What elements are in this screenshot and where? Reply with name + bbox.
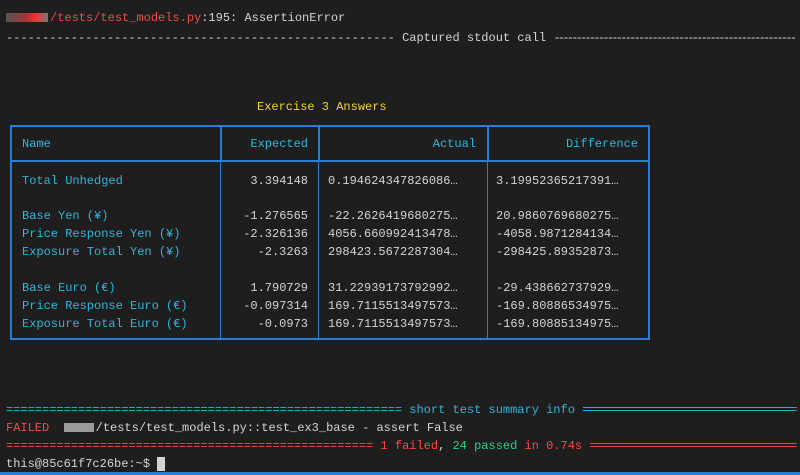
- cell-difference: -169.80885134975…: [496, 317, 619, 331]
- cell-difference: 20.9860769680275…: [496, 209, 619, 223]
- divider: [220, 162, 221, 338]
- result-line: ========================================…: [6, 437, 797, 455]
- separator: ----------------------------------------…: [553, 31, 797, 45]
- cell-difference: 3.19952365217391…: [496, 174, 619, 188]
- shell-prompt[interactable]: this@85c61f7c26be:~$: [6, 455, 166, 473]
- cell-difference: -4058.9871284134…: [496, 227, 619, 241]
- header-name: Name: [22, 137, 51, 151]
- error-file-path: tests/test_models.py: [57, 11, 202, 25]
- captured-stdout-label: Captured stdout call: [394, 31, 554, 45]
- table-header: Name Expected Actual Difference: [12, 127, 648, 162]
- divider: [487, 127, 489, 162]
- divider: [220, 127, 222, 162]
- cell-actual: 4056.660992413478…: [328, 227, 458, 241]
- answers-table: Name Expected Actual Difference Total Un…: [10, 125, 650, 340]
- prompt-text: this@85c61f7c26be:~$: [6, 457, 158, 471]
- captured-stdout-separator: ----------------------------------------…: [6, 29, 797, 47]
- passed-count: 24 passed: [452, 439, 518, 453]
- cell-expected: 1.790729: [250, 281, 308, 295]
- cell-expected: 3.394148: [250, 174, 308, 188]
- cell-actual: 169.7115513497573…: [328, 299, 458, 313]
- cell-actual: 169.7115513497573…: [328, 317, 458, 331]
- cell-name: Exposure Total Euro (€): [22, 317, 188, 331]
- header-difference: Difference: [565, 137, 638, 151]
- cell-name: Price Response Yen (¥): [22, 227, 181, 241]
- cell-expected: -0.097314: [243, 299, 308, 313]
- cell-name: Base Yen (¥): [22, 209, 109, 223]
- header-expected: Expected: [250, 137, 308, 151]
- cursor: [157, 456, 166, 471]
- cell-actual: -22.2626419680275…: [328, 209, 458, 223]
- separator: ========================================…: [589, 439, 797, 453]
- separator: ========================================…: [582, 403, 797, 417]
- failed-count: 1 failed: [380, 439, 439, 453]
- separator: ========================================…: [6, 403, 403, 417]
- table-title: Exercise 3 Answers: [257, 100, 387, 114]
- duration: in 0.74s: [517, 439, 590, 453]
- cell-difference: -169.80886534975…: [496, 299, 619, 313]
- header-actual: Actual: [432, 137, 476, 151]
- failed-line: FAILED /tests/test_models.py::test_ex3_b…: [6, 419, 463, 437]
- summary-title: short test summary info: [402, 403, 583, 417]
- cell-name: Exposure Total Yen (¥): [22, 245, 181, 259]
- cell-actual: 298423.5672287304…: [328, 245, 458, 259]
- cell-name: Base Euro (€): [22, 281, 116, 295]
- error-message: :195: AssertionError: [201, 11, 346, 25]
- error-line: /tests/test_models.py:195: AssertionErro…: [6, 9, 345, 27]
- cell-difference: -29.438662737929…: [496, 281, 619, 295]
- cell-expected: -2.326136: [243, 227, 308, 241]
- redacted-path: [6, 13, 48, 23]
- separator: ========================================…: [6, 439, 381, 453]
- cell-actual: 0.194624347826086…: [328, 174, 458, 188]
- cell-expected: -2.3263: [257, 245, 308, 259]
- divider: [318, 127, 320, 162]
- cell-name: Price Response Euro (€): [22, 299, 188, 313]
- divider: [487, 162, 488, 338]
- summary-header: ========================================…: [6, 401, 797, 419]
- cell-actual: 31.22939173792992…: [328, 281, 458, 295]
- divider: [318, 162, 319, 338]
- failed-test-path: /tests/test_models.py::test_ex3_base - a…: [95, 421, 463, 435]
- cell-difference: -298425.89352873…: [496, 245, 619, 259]
- redacted-path: [63, 423, 94, 433]
- failed-label: FAILED: [6, 421, 50, 435]
- cell-expected: -0.0973: [257, 317, 308, 331]
- cell-expected: -1.276565: [243, 209, 308, 223]
- separator: ----------------------------------------…: [6, 31, 395, 45]
- cell-name: Total Unhedged: [22, 174, 123, 188]
- comma: ,: [438, 439, 453, 453]
